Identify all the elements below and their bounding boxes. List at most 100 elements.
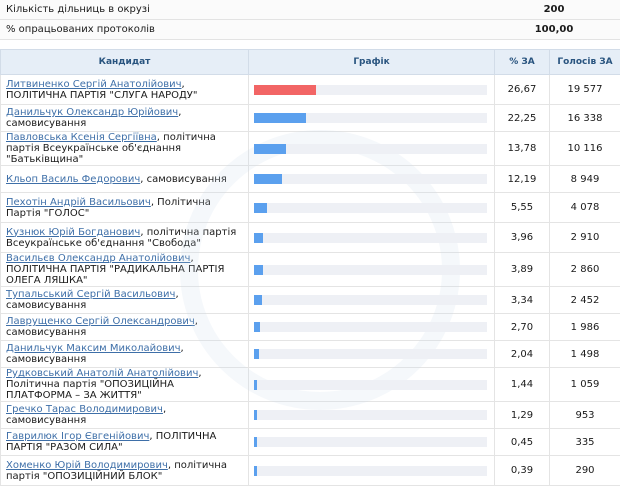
candidate-link[interactable]: Васильєв Олександр Анатолійович [6,253,190,264]
table-row: Павловська Ксенія Сергіївна, політична п… [1,132,620,166]
table-row: Хоменко Юрій Володимирович, політична па… [1,456,620,486]
summary-value: 200 [488,0,620,20]
votes-cell: 953 [550,402,620,429]
votes-cell: 16 338 [550,105,620,132]
candidate-link[interactable]: Лаврущенко Сергій Олександрович [6,316,195,327]
pct-cell: 3,34 [495,287,550,314]
candidate-link[interactable]: Гречко Тарас Володимирович [6,404,163,415]
table-row: Рудковський Анатолій Анатолійович, Політ… [1,368,620,402]
votes-cell: 2 860 [550,253,620,287]
bar-track [254,466,487,476]
bar-track [254,144,487,154]
table-row: Данильчук Олександр Юрійович, самовисува… [1,105,620,132]
header-candidate: Кандидат [1,50,249,75]
candidate-cell: Гречко Тарас Володимирович, самовисуванн… [1,402,249,429]
vote-bar [254,265,263,275]
chart-cell [249,105,495,132]
votes-cell: 335 [550,429,620,456]
bar-track [254,410,487,420]
pct-cell: 26,67 [495,75,550,105]
votes-cell: 2 452 [550,287,620,314]
candidate-cell: Тупальський Сергій Васильович, самовисув… [1,287,249,314]
pct-cell: 12,19 [495,166,550,193]
candidate-affiliation: , самовисування [140,174,227,185]
candidate-link[interactable]: Хоменко Юрій Володимирович [6,460,168,471]
bar-track [254,380,487,390]
votes-cell: 1 498 [550,341,620,368]
summary-row-stations: Кількість дільниць в окрузі 200 [0,0,620,20]
chart-cell [249,253,495,287]
header-votes: Голосів ЗА [550,50,620,75]
table-row: Пехотін Андрій Васильович, Політична Пар… [1,193,620,223]
header-chart: Графік [249,50,495,75]
table-row: Тупальський Сергій Васильович, самовисув… [1,287,620,314]
bar-track [254,113,487,123]
votes-cell: 10 116 [550,132,620,166]
candidate-link[interactable]: Данильчук Олександр Юрійович [6,107,178,118]
pct-cell: 3,89 [495,253,550,287]
summary-row-processed: % опрацьованих протоколів 100,00 [0,20,620,40]
bar-track [254,203,487,213]
chart-cell [249,287,495,314]
summary-label: Кількість дільниць в окрузі [0,0,488,20]
pct-cell: 0,39 [495,456,550,486]
pct-cell: 1,44 [495,368,550,402]
vote-bar [254,380,257,390]
candidate-cell: Павловська Ксенія Сергіївна, політична п… [1,132,249,166]
bar-track [254,437,487,447]
candidate-link[interactable]: Кльоп Василь Федорович [6,174,140,185]
vote-bar [254,349,259,359]
table-row: Гаврилюк Ігор Євгенійович, ПОЛІТИЧНА ПАР… [1,429,620,456]
chart-cell [249,341,495,368]
vote-bar [254,410,257,420]
table-row: Кузнюк Юрій Богданович, політична партія… [1,223,620,253]
candidate-cell: Данильчук Максим Миколайович, самовисува… [1,341,249,368]
table-row: Васильєв Олександр Анатолійович, ПОЛІТИЧ… [1,253,620,287]
bar-track [254,349,487,359]
vote-bar [254,174,282,184]
candidate-cell: Кльоп Василь Федорович, самовисування [1,166,249,193]
candidate-link[interactable]: Кузнюк Юрій Богданович [6,227,140,238]
pct-cell: 2,04 [495,341,550,368]
bar-track [254,322,487,332]
bar-track [254,265,487,275]
summary-table: Кількість дільниць в окрузі 200 % опраць… [0,0,620,40]
candidate-link[interactable]: Данильчук Максим Миколайович [6,343,181,354]
vote-bar [254,144,286,154]
candidate-link[interactable]: Павловська Ксенія Сергіївна [6,132,157,143]
table-row: Литвиненко Сергій Анатолійович, ПОЛІТИЧН… [1,75,620,105]
pct-cell: 13,78 [495,132,550,166]
votes-cell: 2 910 [550,223,620,253]
chart-cell [249,402,495,429]
chart-cell [249,429,495,456]
vote-bar [254,233,263,243]
chart-cell [249,223,495,253]
candidate-link[interactable]: Гаврилюк Ігор Євгенійович [6,431,149,442]
table-row: Данильчук Максим Миколайович, самовисува… [1,341,620,368]
votes-cell: 1 986 [550,314,620,341]
candidate-cell: Гаврилюк Ігор Євгенійович, ПОЛІТИЧНА ПАР… [1,429,249,456]
candidate-cell: Пехотін Андрій Васильович, Політична Пар… [1,193,249,223]
summary-label: % опрацьованих протоколів [0,20,488,40]
results-table: Кандидат Графік % ЗА Голосів ЗА Литвинен… [0,49,620,486]
vote-bar [254,113,306,123]
candidate-link[interactable]: Пехотін Андрій Васильович [6,197,151,208]
candidate-link[interactable]: Литвиненко Сергій Анатолійович [6,79,182,90]
candidate-cell: Хоменко Юрій Володимирович, політична па… [1,456,249,486]
header-pct: % ЗА [495,50,550,75]
candidate-cell: Данильчук Олександр Юрійович, самовисува… [1,105,249,132]
candidate-cell: Васильєв Олександр Анатолійович, ПОЛІТИЧ… [1,253,249,287]
chart-cell [249,193,495,223]
vote-bar [254,203,267,213]
candidate-cell: Литвиненко Сергій Анатолійович, ПОЛІТИЧН… [1,75,249,105]
bar-track [254,85,487,95]
vote-bar [254,437,257,447]
results-header: Кандидат Графік % ЗА Голосів ЗА [1,50,620,75]
table-row: Кльоп Василь Федорович, самовисування 12,… [1,166,620,193]
candidate-cell: Лаврущенко Сергій Олександрович, самовис… [1,314,249,341]
candidate-link[interactable]: Тупальський Сергій Васильович [6,289,175,300]
bar-track [254,295,487,305]
vote-bar [254,466,257,476]
vote-bar [254,322,260,332]
candidate-link[interactable]: Рудковський Анатолій Анатолійович [6,368,198,379]
